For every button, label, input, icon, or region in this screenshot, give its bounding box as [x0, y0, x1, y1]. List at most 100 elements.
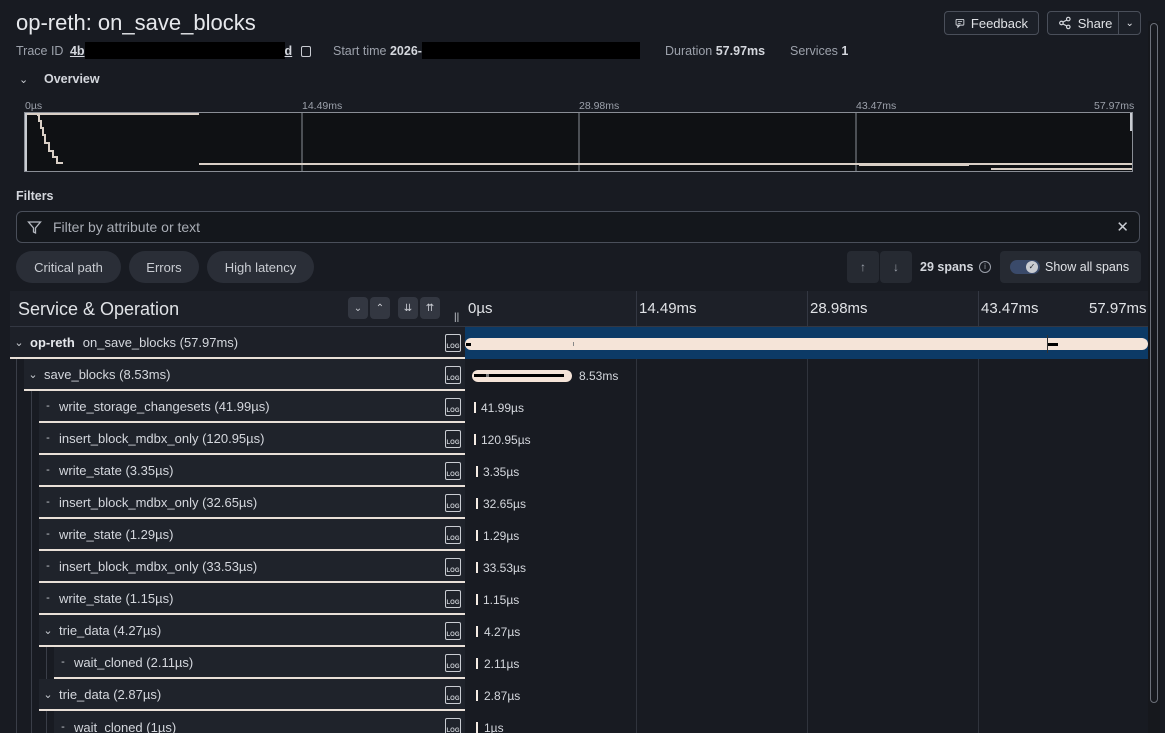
duration: Duration 57.97ms: [665, 44, 766, 58]
overview-tick: 14.49ms: [302, 100, 343, 112]
log-icon[interactable]: LOG: [445, 686, 461, 704]
span-bar[interactable]: [476, 594, 478, 605]
span-tree-header: Service & Operation: [10, 291, 465, 327]
collapse-one-icon[interactable]: ⌄: [348, 297, 368, 319]
share-dropdown-chevron-icon[interactable]: ⌄: [1118, 12, 1140, 34]
span-label: trie_data (2.87µs): [59, 686, 162, 702]
trace-id-value-end[interactable]: d: [285, 44, 293, 58]
redaction-bar: [421, 41, 640, 59]
services: Services 1: [790, 44, 849, 58]
log-icon[interactable]: LOG: [445, 430, 461, 448]
span-bar[interactable]: [476, 498, 478, 509]
span-duration: 4.27µs: [484, 625, 521, 639]
span-bar[interactable]: [476, 530, 478, 541]
span-duration: 2.87µs: [484, 689, 521, 703]
next-match-icon[interactable]: ↓: [880, 251, 912, 283]
expand-chevron-icon[interactable]: ⌄: [41, 688, 55, 701]
leaf-dash-icon: -: [46, 464, 50, 476]
leaf-dash-icon: -: [46, 592, 50, 604]
span-bar[interactable]: [474, 402, 476, 413]
high-latency-chip[interactable]: High latency: [207, 251, 314, 283]
span-label: wait_cloned (1µs): [74, 719, 177, 733]
span-label: insert_block_mdbx_only (33.53µs): [59, 558, 258, 574]
span-row[interactable]: - insert_block_mdbx_only (33.53µs) LOG: [39, 551, 465, 583]
span-row[interactable]: - write_state (3.35µs) LOG: [39, 455, 465, 487]
overview-tick: 28.98ms: [579, 100, 620, 112]
filter-input-box[interactable]: ✕: [16, 211, 1140, 243]
span-bar[interactable]: [476, 690, 478, 701]
overview-label: Overview: [44, 72, 100, 86]
span-row[interactable]: - insert_block_mdbx_only (32.65µs) LOG: [39, 487, 465, 519]
copy-icon[interactable]: [300, 46, 311, 58]
span-row[interactable]: ⌄ trie_data (4.27µs) LOG: [39, 615, 465, 647]
critical-path-chip[interactable]: Critical path: [16, 251, 121, 283]
feedback-label: Feedback: [970, 15, 1028, 31]
expand-one-icon[interactable]: ⌃: [370, 297, 390, 319]
span-row[interactable]: ⌄ trie_data (2.87µs) LOG: [39, 679, 465, 711]
span-label: write_state (1.29µs): [59, 526, 174, 542]
previous-match-icon[interactable]: ↑: [847, 251, 879, 283]
span-label: write_storage_changesets (41.99µs): [59, 398, 270, 414]
span-row[interactable]: - write_storage_changesets (41.99µs) LOG: [39, 391, 465, 423]
span-row[interactable]: - wait_cloned (2.11µs) LOG: [54, 647, 465, 679]
log-icon[interactable]: LOG: [445, 654, 461, 672]
log-icon[interactable]: LOG: [445, 462, 461, 480]
span-label: trie_data (4.27µs): [59, 622, 162, 638]
feedback-button[interactable]: Feedback: [944, 11, 1039, 35]
span-bar[interactable]: [472, 370, 572, 382]
log-icon[interactable]: LOG: [445, 526, 461, 544]
column-resize-handle[interactable]: ||: [454, 312, 459, 323]
span-duration: 120.95µs: [481, 433, 531, 447]
span-row-root[interactable]: ⌄ op-reth on_save_blocks (57.97ms) LOG: [10, 327, 465, 359]
root-span-bar[interactable]: [465, 335, 1148, 353]
filter-input[interactable]: [53, 217, 1103, 237]
expand-chevron-icon[interactable]: ⌄: [12, 336, 26, 349]
collapse-all-icon[interactable]: ⇊: [398, 297, 418, 319]
share-button[interactable]: Share ⌄: [1047, 11, 1141, 35]
span-duration: 1µs: [484, 721, 504, 733]
log-icon[interactable]: LOG: [445, 590, 461, 608]
span-bar[interactable]: [476, 466, 478, 477]
span-row[interactable]: - insert_block_mdbx_only (120.95µs) LOG: [39, 423, 465, 455]
span-bar[interactable]: [476, 658, 478, 669]
log-icon[interactable]: LOG: [445, 718, 461, 733]
errors-chip[interactable]: Errors: [129, 251, 199, 283]
span-bar[interactable]: [474, 434, 476, 445]
span-bar[interactable]: [476, 722, 478, 733]
timeline-tick: 28.98ms: [810, 300, 868, 317]
span-row[interactable]: - wait_cloned (1µs) LOG: [54, 711, 465, 733]
expand-chevron-icon[interactable]: ⌄: [26, 368, 40, 381]
trace-id-value-start[interactable]: 4b: [70, 44, 85, 58]
span-bar[interactable]: [476, 626, 478, 637]
log-icon[interactable]: LOG: [445, 398, 461, 416]
filter-icon: [27, 221, 42, 235]
info-icon[interactable]: i: [979, 261, 991, 273]
span-row[interactable]: ⌄ save_blocks (8.53ms) LOG: [24, 359, 465, 391]
service-operation-header: Service & Operation: [18, 299, 180, 319]
trace-id: Trace ID 4b d: [16, 41, 311, 59]
span-row[interactable]: - write_state (1.15µs) LOG: [39, 583, 465, 615]
log-icon[interactable]: LOG: [445, 622, 461, 640]
span-duration: 1.29µs: [483, 529, 520, 543]
expand-chevron-icon[interactable]: ⌄: [41, 624, 55, 637]
timeline-tick: 57.97ms: [1089, 300, 1147, 317]
scrollbar-thumb[interactable]: [1150, 23, 1158, 703]
span-label: insert_block_mdbx_only (32.65µs): [59, 494, 258, 510]
show-all-spans-toggle[interactable]: ✓ Show all spans: [1000, 251, 1141, 283]
overview-chevron-icon[interactable]: ⌄: [19, 73, 28, 86]
span-label: save_blocks (8.53ms): [44, 366, 171, 382]
log-icon[interactable]: LOG: [445, 366, 461, 384]
expand-all-icon[interactable]: ⇈: [420, 297, 440, 319]
span-duration: 8.53ms: [579, 369, 619, 383]
span-row[interactable]: - write_state (1.29µs) LOG: [39, 519, 465, 551]
clear-filter-icon[interactable]: ✕: [1116, 218, 1129, 236]
redaction-bar: [84, 41, 285, 59]
overview-minimap[interactable]: [24, 112, 1133, 172]
log-icon[interactable]: LOG: [445, 494, 461, 512]
overview-tick: 43.47ms: [856, 100, 897, 112]
timeline-tick: 0µs: [468, 300, 493, 317]
service-name: op-reth: [30, 334, 75, 350]
log-icon[interactable]: LOG: [445, 334, 461, 352]
log-icon[interactable]: LOG: [445, 558, 461, 576]
span-bar[interactable]: [476, 562, 478, 573]
